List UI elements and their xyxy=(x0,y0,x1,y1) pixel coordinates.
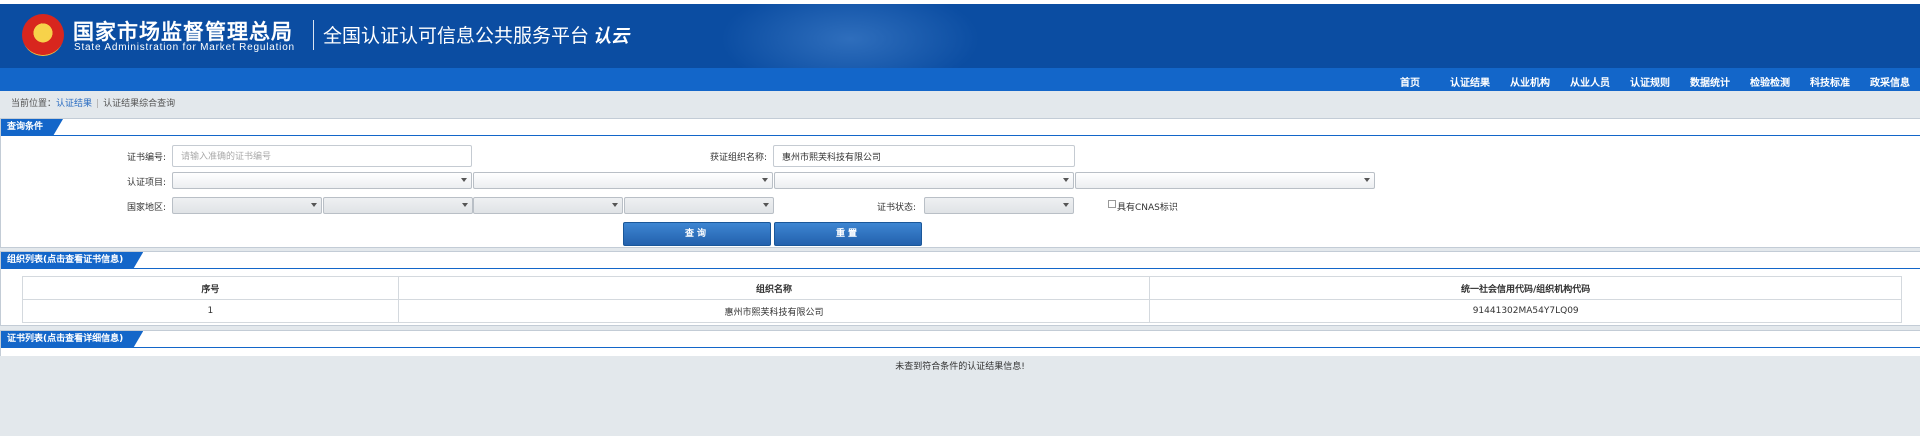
cert-list-panel-title: 证书列表(点击查看详细信息) xyxy=(1,331,143,348)
empty-results-message: 未查到符合条件的认证结果信息! xyxy=(895,362,1025,372)
search-button[interactable]: 查询 xyxy=(623,222,771,246)
header-divider xyxy=(313,20,314,50)
chevron-down-icon xyxy=(612,203,618,207)
cert-no-input[interactable] xyxy=(172,145,472,167)
nav-cert-rules[interactable]: 认证规则 xyxy=(1630,74,1670,89)
org-name-input[interactable] xyxy=(773,145,1075,167)
cnas-label: 具有CNAS标识 xyxy=(1117,203,1178,213)
breadcrumb-link[interactable]: 认证结果 xyxy=(56,99,92,109)
cloud-logo: 认云 xyxy=(593,26,629,47)
cert-no-label: 证书编号: xyxy=(126,153,166,163)
region-select-2[interactable] xyxy=(323,197,473,214)
nav-procurement[interactable]: 政采信息 xyxy=(1870,74,1910,89)
cert-item-select-2[interactable] xyxy=(473,172,773,189)
breadcrumb-current: 认证结果综合查询 xyxy=(103,99,176,109)
region-label: 国家地区: xyxy=(126,203,166,213)
query-panel: 查询条件 证书编号: 获证组织名称: 认证项目: 国家地区: 证书状态: 具有C… xyxy=(0,118,1920,248)
org-list-panel: 组织列表(点击查看证书信息) 序号 组织名称 统一社会信用代码/组织机构代码 1… xyxy=(0,251,1920,326)
nav-statistics[interactable]: 数据统计 xyxy=(1690,74,1730,89)
cert-list-panel: 证书列表(点击查看详细信息) xyxy=(0,330,1920,356)
region-select-4[interactable] xyxy=(624,197,774,214)
column-header-credit-code: 统一社会信用代码/组织机构代码 xyxy=(1149,276,1902,300)
chevron-down-icon xyxy=(1063,203,1069,207)
query-panel-header: 查询条件 xyxy=(1,119,1920,136)
table-row[interactable]: 1 惠州市熙芙科技有限公司 91441302MA54Y7LQ09 xyxy=(22,299,1902,323)
region-select-3[interactable] xyxy=(473,197,623,214)
nav-standards[interactable]: 科技标准 xyxy=(1810,74,1850,89)
reset-button[interactable]: 重置 xyxy=(774,222,922,246)
nav-inspection[interactable]: 检验检测 xyxy=(1750,74,1790,89)
chevron-down-icon xyxy=(763,203,769,207)
nav-personnel[interactable]: 从业人员 xyxy=(1570,74,1610,89)
row-index: 1 xyxy=(22,299,399,323)
row-credit-code: 91441302MA54Y7LQ09 xyxy=(1149,299,1902,323)
cert-item-select-4[interactable] xyxy=(1075,172,1375,189)
chevron-down-icon xyxy=(762,178,768,182)
chevron-down-icon xyxy=(461,178,467,182)
main-nav: 首页 认证结果 从业机构 从业人员 认证规则 数据统计 检验检测 科技标准 政采… xyxy=(0,68,1920,91)
row-org-name[interactable]: 惠州市熙芙科技有限公司 xyxy=(397,299,1151,323)
nav-cert-results[interactable]: 认证结果 xyxy=(1450,74,1490,89)
cert-item-label: 认证项目: xyxy=(126,178,166,188)
agency-title-en: State Administration for Market Regulati… xyxy=(74,42,295,53)
national-emblem-icon: ★ xyxy=(22,14,64,56)
cert-list-panel-header: 证书列表(点击查看详细信息) xyxy=(1,331,1920,348)
cert-item-select-1[interactable] xyxy=(172,172,472,189)
org-name-label: 获证组织名称: xyxy=(709,153,767,163)
org-table: 序号 组织名称 统一社会信用代码/组织机构代码 1 惠州市熙芙科技有限公司 91… xyxy=(22,276,1902,323)
platform-title: 全国认证认可信息公共服务平台 xyxy=(323,25,590,47)
table-header-row: 序号 组织名称 统一社会信用代码/组织机构代码 xyxy=(22,276,1902,300)
chevron-down-icon xyxy=(462,203,468,207)
status-label: 证书状态: xyxy=(876,203,916,213)
nav-institutions[interactable]: 从业机构 xyxy=(1510,74,1550,89)
query-panel-title: 查询条件 xyxy=(1,119,63,136)
column-header-index: 序号 xyxy=(22,276,399,300)
chevron-down-icon xyxy=(311,203,317,207)
nav-home[interactable]: 首页 xyxy=(1400,74,1420,89)
chevron-down-icon xyxy=(1364,178,1370,182)
breadcrumb-prefix: 当前位置： xyxy=(11,99,57,109)
region-select-1[interactable] xyxy=(172,197,322,214)
org-list-panel-title: 组织列表(点击查看证书信息) xyxy=(1,252,143,269)
breadcrumb-separator: | xyxy=(96,99,100,109)
breadcrumb: 当前位置：认证结果 | 认证结果综合查询 xyxy=(11,96,175,109)
org-list-panel-header: 组织列表(点击查看证书信息) xyxy=(1,252,1920,269)
site-header: ★ 国家市场监督管理总局 State Administration for Ma… xyxy=(0,4,1920,68)
cnas-checkbox[interactable] xyxy=(1108,200,1116,208)
status-select[interactable] xyxy=(924,197,1074,214)
cert-item-select-3[interactable] xyxy=(774,172,1074,189)
header-hex-decoration xyxy=(720,4,980,68)
chevron-down-icon xyxy=(1063,178,1069,182)
column-header-org-name: 组织名称 xyxy=(397,276,1151,300)
